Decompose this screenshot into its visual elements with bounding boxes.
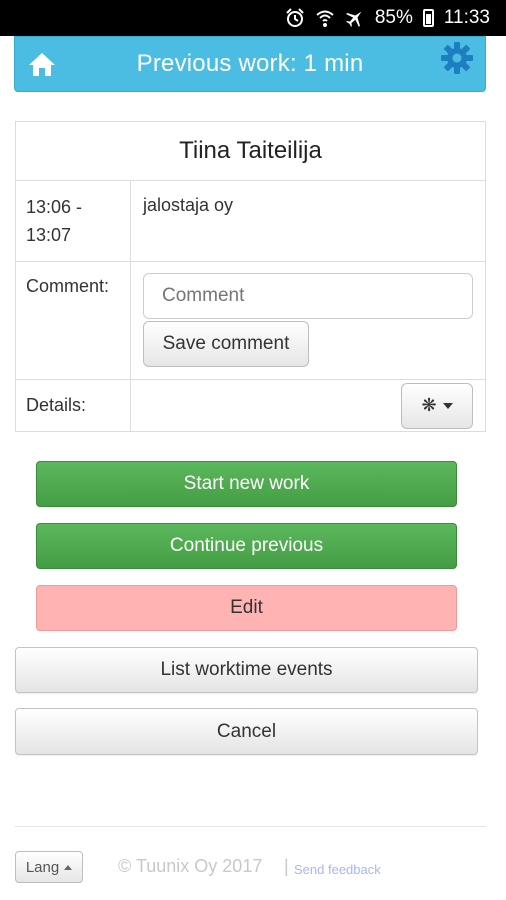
time-start: 13:06 - [26, 197, 83, 217]
caret-up-icon [64, 864, 73, 870]
language-label: Lang [25, 858, 60, 876]
save-comment-button[interactable]: Save comment [143, 321, 309, 367]
home-button[interactable] [27, 49, 57, 79]
home-icon [29, 53, 55, 76]
airplane-icon [345, 8, 365, 28]
battery-percent: 85% [374, 7, 413, 28]
worker-name: Tiina Taiteilija [15, 121, 486, 181]
clock: 11:33 [443, 7, 490, 28]
wifi-icon [315, 8, 335, 28]
language-button[interactable]: Lang [15, 851, 83, 883]
details-cell: ❋ [130, 379, 486, 432]
caret-down-icon [442, 402, 453, 409]
company-name: jalostaja oy [130, 180, 486, 262]
continue-previous-button[interactable]: Continue previous [36, 523, 457, 569]
comment-input[interactable] [143, 273, 473, 319]
copyright-text: © Tuunix Oy 2017 [118, 856, 263, 876]
gear-icon [441, 42, 473, 74]
send-feedback-link[interactable]: Send feedback [294, 862, 381, 877]
footer-divider [15, 826, 486, 827]
cancel-button[interactable]: Cancel [15, 708, 478, 755]
details-label: Details: [15, 379, 131, 432]
start-new-work-button[interactable]: Start new work [36, 461, 457, 507]
time-end: 13:07 [26, 225, 72, 245]
alarm-icon [285, 8, 305, 28]
list-worktime-events-button[interactable]: List worktime events [15, 647, 478, 693]
asterisk-icon: ❋ [421, 395, 437, 415]
details-dropdown-button[interactable]: ❋ [401, 382, 473, 429]
comment-cell: Save comment [130, 261, 486, 380]
edit-button[interactable]: Edit [36, 585, 457, 631]
settings-button[interactable] [439, 40, 475, 76]
battery-icon [422, 9, 434, 27]
page-title: Previous work: 1 min [136, 50, 364, 77]
footer-separator: | [284, 856, 289, 876]
time-range: 13:06 - 13:07 [15, 180, 131, 262]
work-info-table: Tiina Taiteilija 13:06 - 13:07 jalostaja… [15, 121, 486, 432]
status-bar: 85% 11:33 [0, 0, 506, 36]
header-bar: Previous work: 1 min [14, 36, 486, 92]
comment-label: Comment: [15, 261, 131, 380]
